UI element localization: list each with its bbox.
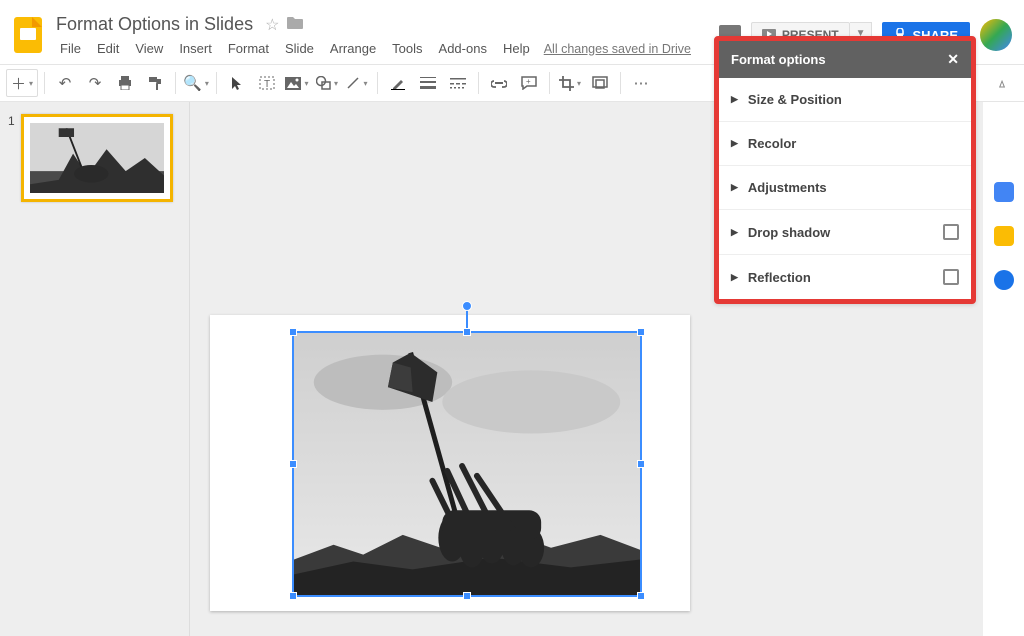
shape-icon[interactable]: ▾ (313, 69, 341, 97)
save-status[interactable]: All changes saved in Drive (544, 42, 691, 56)
border-weight-icon[interactable] (414, 69, 442, 97)
format-options-header: Format options ✕ (719, 41, 971, 78)
border-dash-icon[interactable] (444, 69, 472, 97)
link-icon[interactable] (485, 69, 513, 97)
section-reflection[interactable]: ▶ Reflection (719, 255, 971, 299)
menu-bar: File Edit View Insert Format Slide Arran… (52, 39, 719, 58)
new-slide-button[interactable]: ＋▾ (6, 69, 38, 97)
section-label: Recolor (748, 136, 796, 151)
resize-handle-se[interactable] (637, 592, 645, 600)
mask-image-icon[interactable] (586, 69, 614, 97)
menu-file[interactable]: File (52, 39, 89, 58)
calendar-icon[interactable] (994, 182, 1014, 202)
menu-insert[interactable]: Insert (171, 39, 220, 58)
selected-image[interactable] (292, 331, 642, 597)
drop-shadow-checkbox[interactable] (943, 224, 959, 240)
user-avatar[interactable] (980, 19, 1012, 51)
section-label: Reflection (748, 270, 811, 285)
section-adjustments[interactable]: ▶ Adjustments (719, 166, 971, 210)
expand-icon: ▶ (731, 94, 738, 105)
expand-icon: ▶ (731, 182, 738, 193)
expand-icon: ▶ (731, 227, 738, 238)
move-folder-icon[interactable] (287, 15, 303, 34)
undo-icon[interactable]: ↶ (51, 69, 79, 97)
format-options-title: Format options (731, 52, 826, 67)
section-size-position[interactable]: ▶ Size & Position (719, 78, 971, 122)
menu-edit[interactable]: Edit (89, 39, 127, 58)
resize-handle-s[interactable] (463, 592, 471, 600)
side-rail (982, 102, 1024, 636)
rotate-handle[interactable] (462, 301, 472, 311)
section-label: Drop shadow (748, 225, 830, 240)
textbox-icon[interactable]: T (253, 69, 281, 97)
section-recolor[interactable]: ▶ Recolor (719, 122, 971, 166)
resize-handle-w[interactable] (289, 460, 297, 468)
keep-icon[interactable] (994, 226, 1014, 246)
close-icon[interactable]: ✕ (947, 51, 959, 68)
section-drop-shadow[interactable]: ▶ Drop shadow (719, 210, 971, 255)
slide-thumbnail[interactable] (21, 114, 173, 202)
crop-icon[interactable]: ▾ (556, 69, 584, 97)
hide-menus-icon[interactable]: ㅿ (986, 74, 1018, 93)
paint-format-icon[interactable] (141, 69, 169, 97)
menu-tools[interactable]: Tools (384, 39, 430, 58)
reflection-checkbox[interactable] (943, 269, 959, 285)
border-color-icon[interactable] (384, 69, 412, 97)
zoom-icon[interactable]: 🔍▾ (182, 69, 210, 97)
more-icon[interactable]: ⋯ (627, 69, 655, 97)
section-label: Adjustments (748, 180, 827, 195)
format-options-panel: Format options ✕ ▶ Size & Position ▶ Rec… (714, 36, 976, 304)
section-label: Size & Position (748, 92, 842, 107)
title-area: Format Options in Slides ☆ File Edit Vie… (52, 12, 719, 58)
menu-slide[interactable]: Slide (277, 39, 322, 58)
resize-handle-e[interactable] (637, 460, 645, 468)
svg-text:T: T (264, 79, 270, 90)
slide-canvas[interactable] (210, 315, 690, 611)
resize-handle-nw[interactable] (289, 328, 297, 336)
resize-handle-n[interactable] (463, 328, 471, 336)
image-icon[interactable]: ▾ (283, 69, 311, 97)
filmstrip: 1 (0, 102, 190, 636)
menu-arrange[interactable]: Arrange (322, 39, 384, 58)
menu-help[interactable]: Help (495, 39, 538, 58)
line-icon[interactable]: ▾ (343, 69, 371, 97)
svg-text:+: + (526, 77, 531, 86)
expand-icon: ▶ (731, 272, 738, 283)
comment-icon[interactable]: + (515, 69, 543, 97)
expand-icon: ▶ (731, 138, 738, 149)
document-title[interactable]: Format Options in Slides (52, 12, 257, 37)
slide-number: 1 (8, 114, 15, 202)
menu-addons[interactable]: Add-ons (431, 39, 495, 58)
star-icon[interactable]: ☆ (265, 15, 279, 35)
redo-icon[interactable]: ↷ (81, 69, 109, 97)
menu-format[interactable]: Format (220, 39, 277, 58)
print-icon[interactable] (111, 69, 139, 97)
tasks-icon[interactable] (994, 270, 1014, 290)
resize-handle-ne[interactable] (637, 328, 645, 336)
resize-handle-sw[interactable] (289, 592, 297, 600)
select-tool-icon[interactable] (223, 69, 251, 97)
menu-view[interactable]: View (127, 39, 171, 58)
slides-app-icon[interactable] (8, 15, 48, 55)
